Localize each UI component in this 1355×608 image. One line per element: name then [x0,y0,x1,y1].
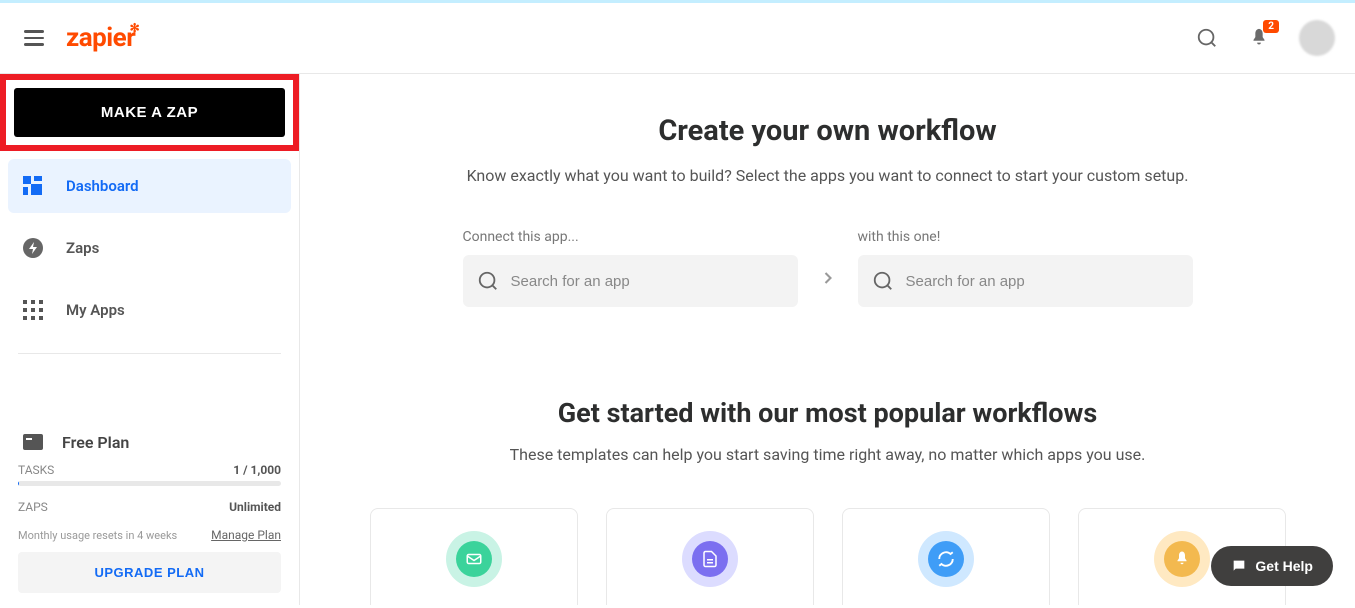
zaps-row: ZAPS Unlimited [18,500,281,514]
document-icon [682,531,738,587]
logo-text: zapier [66,23,135,53]
plan-name: Free Plan [62,433,129,452]
sidebar-item-label: Dashboard [66,177,139,195]
plan-title-row: Free Plan [18,419,281,463]
dashboard-icon [22,175,44,197]
plan-section: Free Plan TASKS 1 / 1,000 ZAPS Unlimited… [0,419,299,605]
sidebar-item-dashboard[interactable]: Dashboard [8,159,291,213]
header-left: zapier✻ [20,23,135,53]
divider [18,353,281,354]
apps-grid-icon [22,299,44,321]
main-content: Create your own workflow Know exactly wh… [300,74,1355,605]
connect-from-col: Connect this app... [463,229,798,307]
layout: MAKE A ZAP Dashboard Zaps My Apps [0,74,1355,605]
notification-badge: 2 [1263,20,1279,33]
search-icon[interactable] [1195,26,1219,50]
bell-icon [1154,531,1210,587]
zaps-value: Unlimited [229,500,281,514]
connect-to-label: with this one! [858,229,1193,245]
tasks-progress-bar [18,481,281,486]
connect-from-label: Connect this app... [463,229,798,245]
sidebar: MAKE A ZAP Dashboard Zaps My Apps [0,74,300,605]
template-card[interactable] [370,508,578,605]
sidebar-item-label: My Apps [66,301,125,319]
sidebar-item-label: Zaps [66,239,99,257]
page-subtitle: Know exactly what you want to build? Sel… [340,166,1315,185]
tasks-label: TASKS [18,463,54,477]
chat-icon [1231,558,1247,574]
header: zapier✻ 2 [0,3,1355,74]
zap-icon [22,237,44,259]
template-cards [340,508,1315,605]
page-title: Create your own workflow [340,114,1315,148]
manage-plan-link[interactable]: Manage Plan [211,528,281,542]
avatar[interactable] [1299,20,1335,56]
search-from-input[interactable] [511,273,784,290]
nav: Dashboard Zaps My Apps [0,159,299,345]
help-label: Get Help [1255,558,1313,574]
template-card[interactable] [842,508,1050,605]
get-help-button[interactable]: Get Help [1211,546,1333,586]
tasks-row: TASKS 1 / 1,000 [18,463,281,477]
chevron-right-icon [818,244,838,292]
sidebar-item-my-apps[interactable]: My Apps [8,283,291,337]
reset-text: Monthly usage resets in 4 weeks [18,529,177,542]
plan-icon [22,431,44,453]
connect-to-col: with this one! [858,229,1193,307]
notification-icon[interactable]: 2 [1247,26,1271,50]
make-zap-highlight: MAKE A ZAP [0,74,299,151]
sync-icon [918,531,974,587]
mail-icon [446,531,502,587]
popular-title: Get started with our most popular workfl… [340,397,1315,429]
upgrade-plan-button[interactable]: UPGRADE PLAN [18,552,281,593]
connect-row: Connect this app... with this one! [340,229,1315,307]
make-zap-button[interactable]: MAKE A ZAP [14,88,285,137]
tasks-value: 1 / 1,000 [233,463,281,477]
search-icon [477,270,499,292]
menu-icon[interactable] [20,26,48,50]
header-right: 2 [1195,20,1335,56]
search-to-input[interactable] [906,273,1179,290]
search-icon [872,270,894,292]
template-card[interactable] [606,508,814,605]
sidebar-item-zaps[interactable]: Zaps [8,221,291,275]
popular-subtitle: These templates can help you start savin… [340,445,1315,464]
search-from-wrap[interactable] [463,255,798,307]
logo[interactable]: zapier✻ [66,23,135,53]
search-to-wrap[interactable] [858,255,1193,307]
zaps-label: ZAPS [18,500,48,514]
reset-row: Monthly usage resets in 4 weeks Manage P… [18,528,281,542]
